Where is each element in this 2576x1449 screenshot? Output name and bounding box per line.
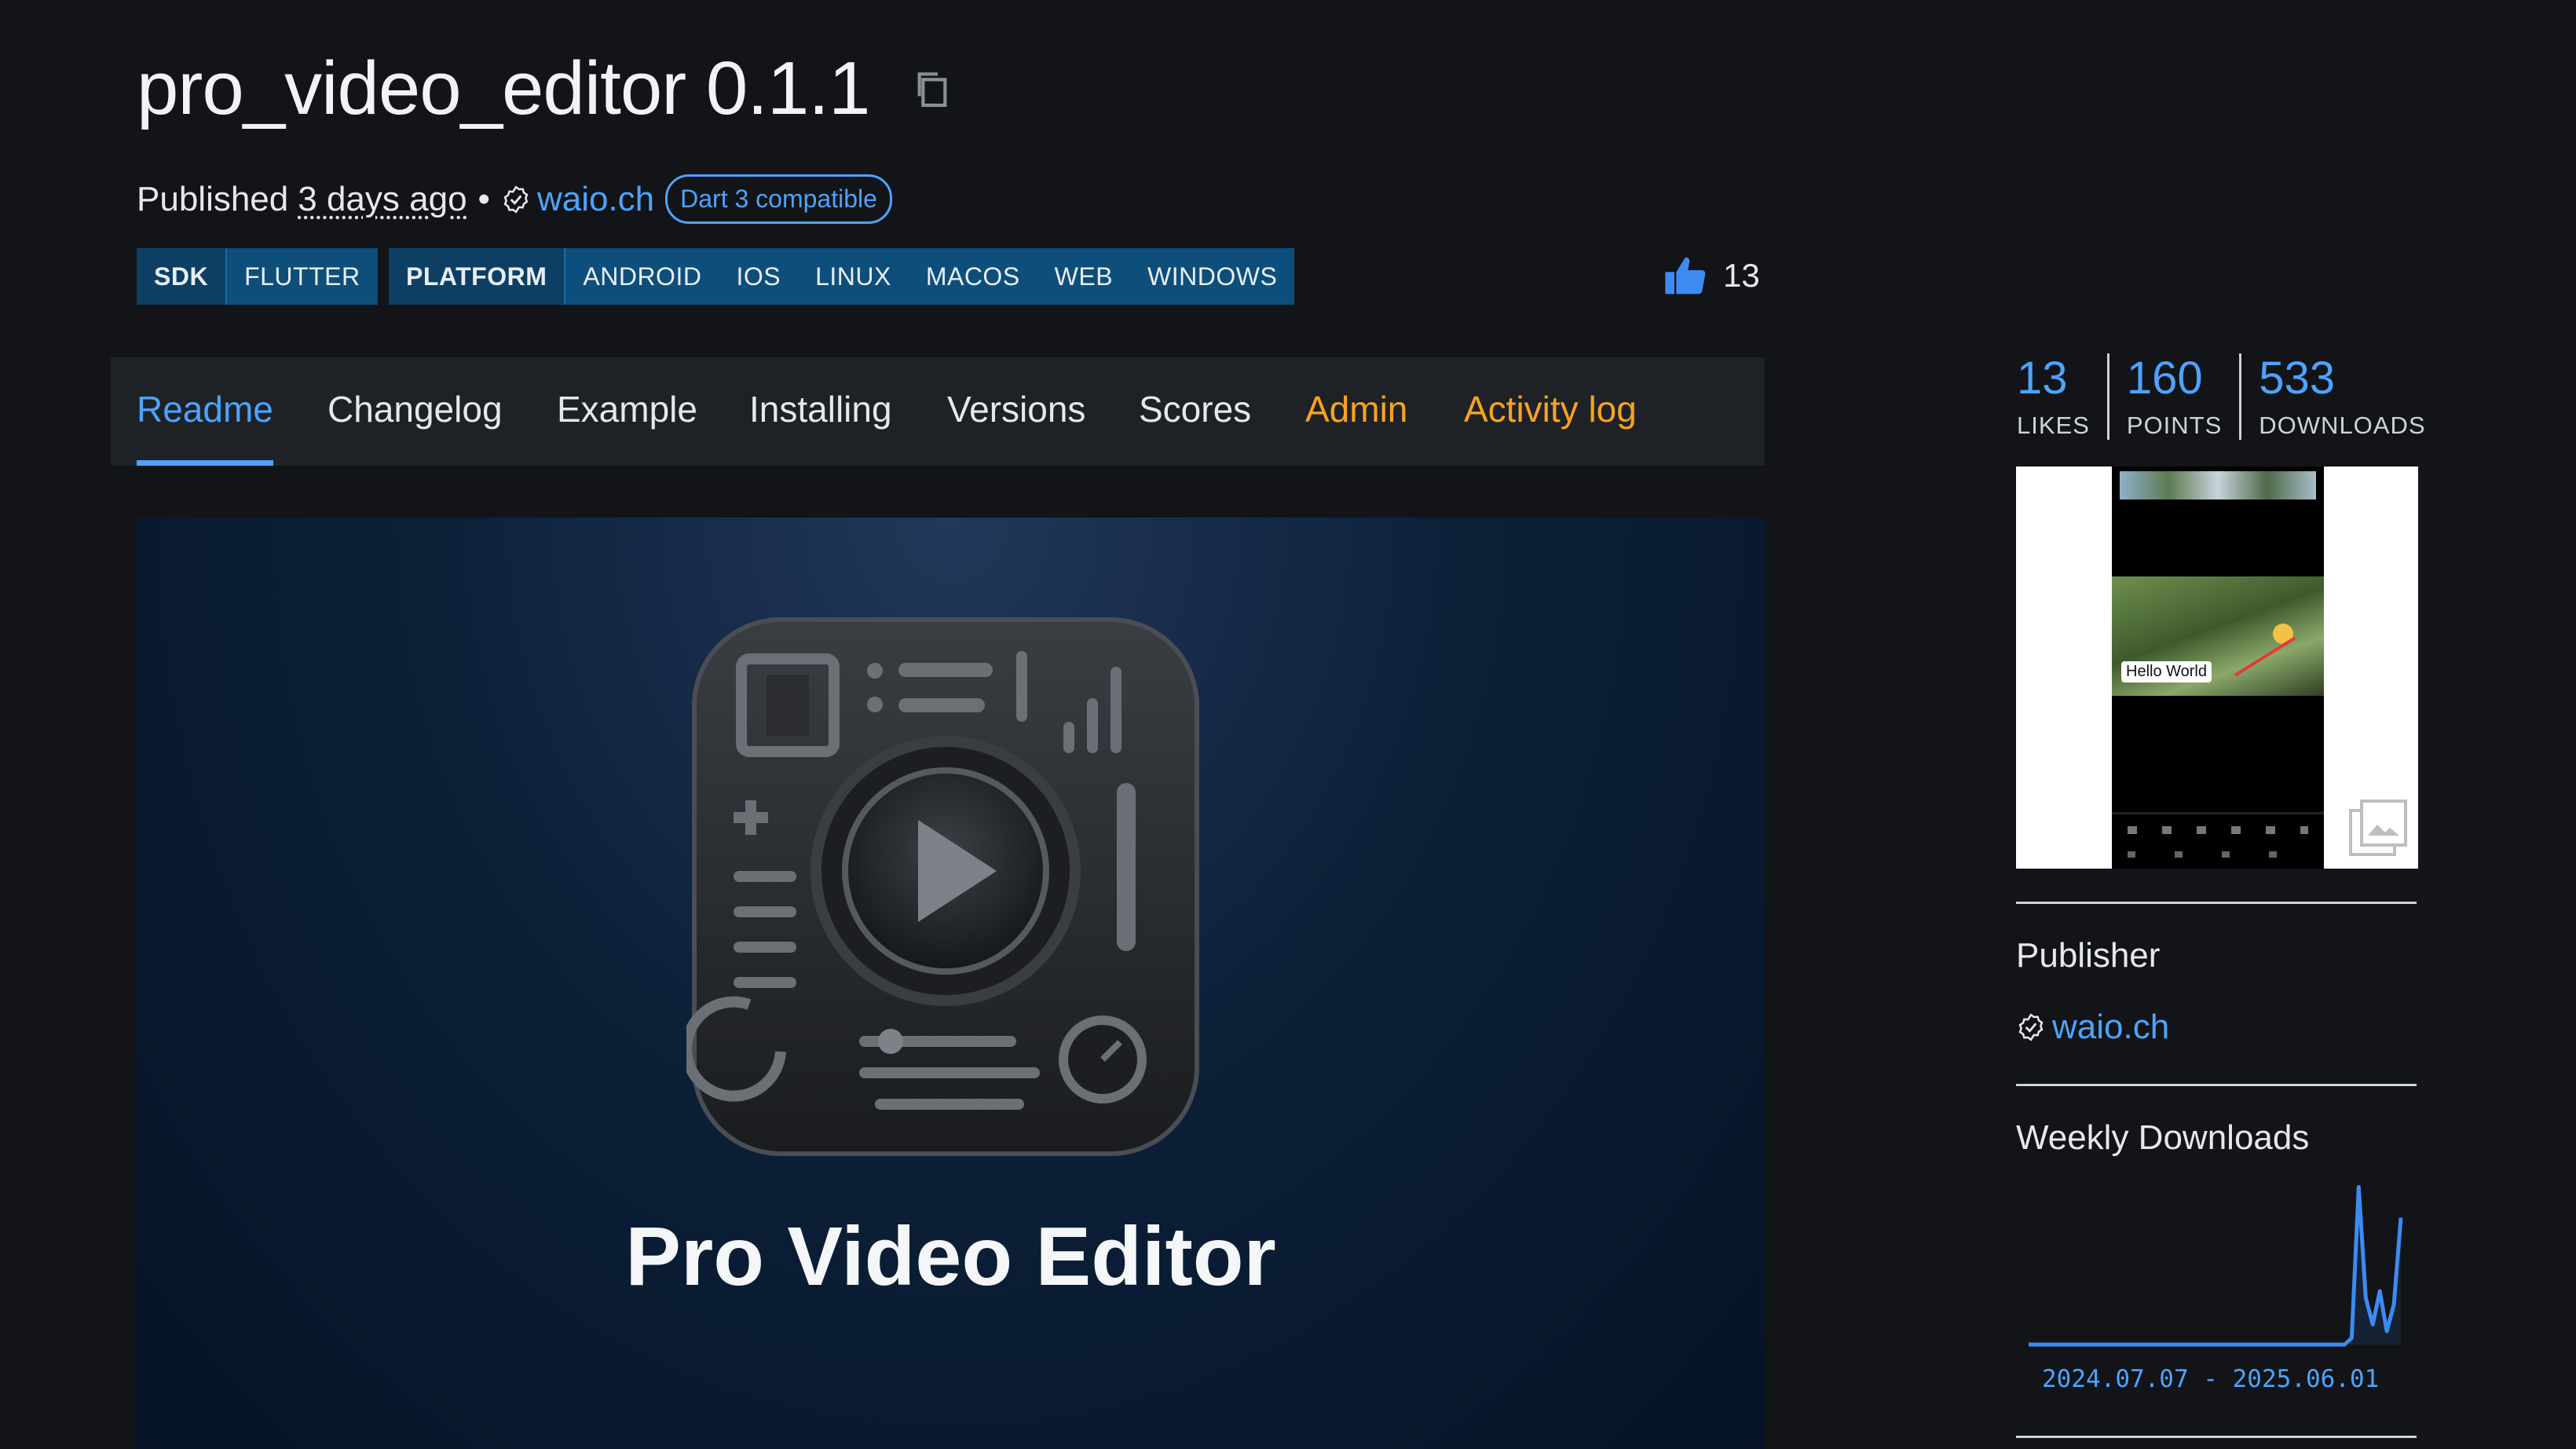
title-row: pro_video_editor 0.1.1 (137, 46, 954, 132)
sidebar-divider-3 (2016, 1436, 2417, 1438)
dart3-compatible-badge[interactable]: Dart 3 compatible (665, 174, 892, 224)
tag-platform-head[interactable]: PLATFORM (389, 248, 566, 305)
verified-publisher-icon (503, 185, 529, 214)
stat-points[interactable]: 160 POINTS (2106, 353, 2239, 440)
tag-platform-ios[interactable]: IOS (719, 248, 799, 305)
screenshot-preview[interactable]: Hello World (2016, 467, 2418, 869)
sidebar-publisher-link[interactable]: waio.ch (2052, 1008, 2169, 1047)
tab-activity-log[interactable]: Activity log (1464, 357, 1637, 466)
tag-platform-linux[interactable]: LINUX (798, 248, 909, 305)
package-stats: 13 LIKES 160 POINTS 533 DOWNLOADS (2017, 353, 2443, 440)
verified-publisher-icon (2018, 1013, 2044, 1041)
tab-changelog[interactable]: Changelog (327, 357, 503, 466)
published-label: Published (137, 179, 289, 218)
tab-installing[interactable]: Installing (749, 357, 892, 466)
tag-platform-macos[interactable]: MACOS (908, 248, 1037, 305)
package-title: pro_video_editor 0.1.1 (137, 46, 870, 130)
tab-example[interactable]: Example (557, 357, 697, 466)
stat-likes-value: 13 (2017, 353, 2068, 404)
thumbs-up-icon[interactable] (1663, 255, 1707, 296)
readme-banner: Pro Video Editor (137, 518, 1765, 1449)
publisher-link[interactable]: waio.ch (537, 180, 654, 219)
sidebar-divider-2 (2016, 1084, 2417, 1086)
platform-tags: PLATFORM ANDROID IOS LINUX MACOS WEB WIN… (389, 248, 1295, 305)
downloads-line (2029, 1184, 2403, 1347)
weekly-downloads-heading: Weekly Downloads (2016, 1118, 2310, 1157)
tag-platform-windows[interactable]: WINDOWS (1130, 248, 1295, 305)
tab-scores[interactable]: Scores (1139, 357, 1251, 466)
stat-points-label: POINTS (2126, 412, 2223, 439)
tag-sdk-head[interactable]: SDK (137, 248, 228, 305)
tab-readme[interactable]: Readme (137, 357, 273, 466)
weekly-downloads-chart[interactable] (2022, 1178, 2411, 1351)
stat-downloads-value: 533 (2259, 353, 2336, 404)
sidebar-divider-1 (2016, 902, 2417, 904)
stat-points-value: 160 (2126, 353, 2203, 404)
stat-likes-label: LIKES (2017, 412, 2090, 439)
downloads-date-range: 2024.07.07 - 2025.06.01 (2042, 1365, 2380, 1393)
published-row: Published 3 days ago • waio.ch Dart 3 co… (137, 174, 892, 224)
phone-screenshot: Hello World (2112, 467, 2324, 869)
publisher-heading: Publisher (2016, 936, 2161, 975)
stat-downloads[interactable]: 533 DOWNLOADS (2239, 353, 2442, 440)
stat-downloads-label: DOWNLOADS (2259, 412, 2426, 439)
copy-icon[interactable] (910, 67, 954, 111)
bullet-separator: • (478, 179, 490, 218)
tag-sdk-flutter[interactable]: FLUTTER (227, 248, 378, 305)
preview-caption: Hello World (2121, 661, 2212, 682)
like-widget: 13 (1663, 255, 1760, 296)
tab-admin[interactable]: Admin (1305, 357, 1407, 466)
downloads-area (2029, 1187, 2401, 1345)
gallery-icon[interactable] (2347, 798, 2410, 861)
app-logo-icon (686, 617, 1199, 1156)
stat-likes[interactable]: 13 LIKES (2017, 353, 2107, 440)
tab-bar: Readme Changelog Example Installing Vers… (111, 357, 1765, 466)
sidebar-publisher: waio.ch (2016, 1008, 2169, 1047)
like-count: 13 (1723, 257, 1760, 294)
published-time: 3 days ago (298, 179, 467, 218)
banner-title: Pro Video Editor (625, 1210, 1276, 1303)
sdk-tags: SDK FLUTTER (137, 248, 378, 305)
tag-platform-android[interactable]: ANDROID (565, 248, 719, 305)
tab-versions[interactable]: Versions (947, 357, 1085, 466)
tag-platform-web[interactable]: WEB (1037, 248, 1131, 305)
